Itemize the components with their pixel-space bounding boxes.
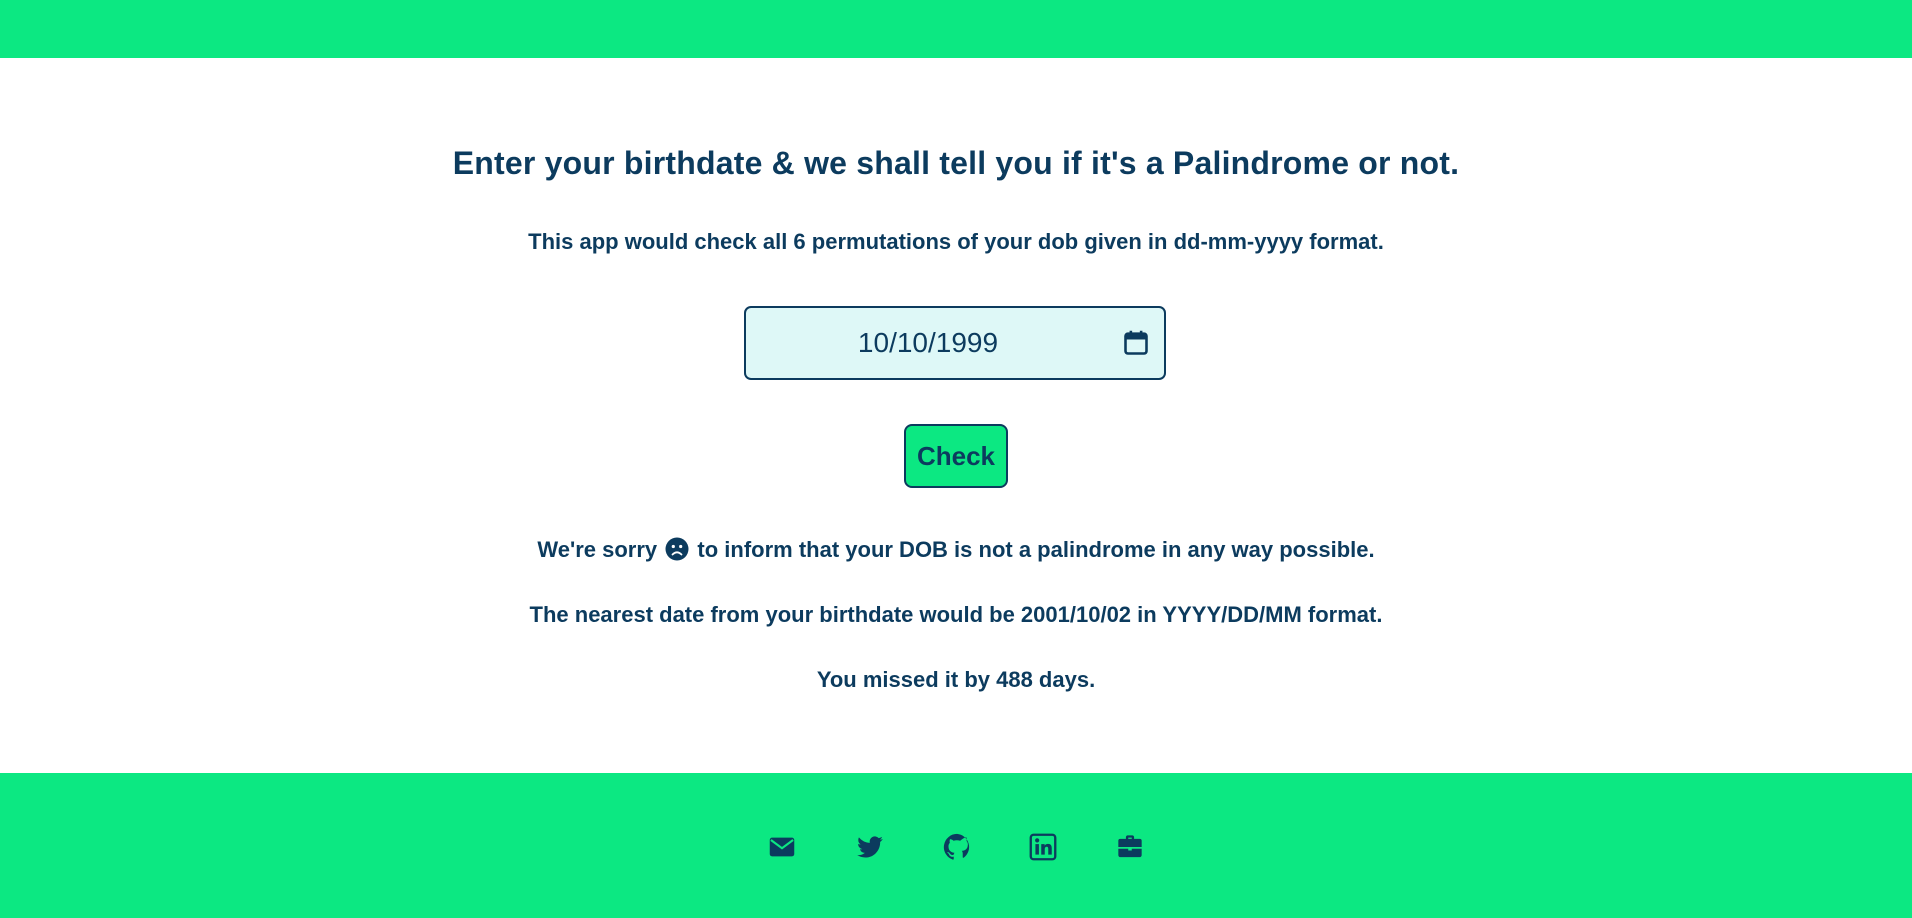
twitter-icon: [857, 836, 883, 858]
main-content: Enter your birthdate & we shall tell you…: [0, 58, 1912, 773]
result-message: We're sorry to inform that your DOB is n…: [0, 536, 1912, 564]
missed-days-message: You missed it by 488 days.: [816, 667, 1096, 692]
page-subtitle: This app would check all 6 permutations …: [528, 229, 1384, 254]
footer: [0, 773, 1912, 918]
sad-face-icon: [665, 537, 689, 561]
calendar-icon[interactable]: [1122, 329, 1150, 357]
result-text-before: We're sorry: [537, 537, 658, 562]
birthdate-value: 10/10/1999: [857, 327, 999, 358]
top-bar: [0, 0, 1912, 58]
briefcase-icon: [1118, 835, 1142, 858]
nearest-date-message: The nearest date from your birthdate wou…: [529, 602, 1383, 627]
linkedin-icon: [1029, 833, 1057, 861]
portfolio-link[interactable]: [1116, 833, 1144, 861]
mail-icon: [769, 837, 795, 857]
github-icon: [943, 833, 970, 860]
birthdate-input[interactable]: 10/10/1999: [744, 306, 1166, 380]
result-text-after: to inform that your DOB is not a palindr…: [697, 537, 1375, 562]
github-link[interactable]: [943, 833, 971, 861]
page-title: Enter your birthdate & we shall tell you…: [452, 145, 1460, 181]
linkedin-link[interactable]: [1029, 833, 1057, 861]
mail-link[interactable]: [768, 833, 796, 861]
twitter-link[interactable]: [856, 833, 884, 861]
check-button[interactable]: Check: [904, 424, 1008, 488]
